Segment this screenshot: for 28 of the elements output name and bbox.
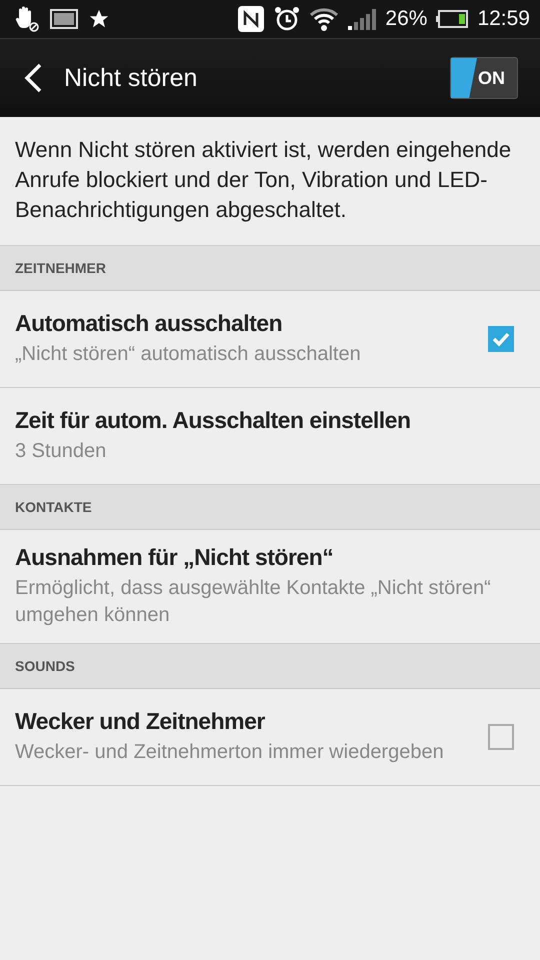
alarm-clock-icon <box>273 5 302 33</box>
back-button[interactable] <box>22 62 44 94</box>
item-summary: 3 Stunden <box>15 439 108 464</box>
checkbox[interactable] <box>488 326 514 352</box>
item-title: Wecker und Zeitnehmer <box>15 708 266 735</box>
signal-icon <box>347 7 378 31</box>
image-icon <box>50 8 78 30</box>
star-icon <box>88 8 110 30</box>
item-title: Ausnahmen für „Nicht stören“ <box>15 544 334 571</box>
item-summary: Ermöglicht, dass ausgewählte Kontakte „Nicht stören“ umgehen können <box>15 576 492 628</box>
section-header: SOUNDS <box>0 644 540 689</box>
item-title: Zeit für autom. Ausschalten einstellen <box>15 407 412 434</box>
settings-item[interactable]: Automatisch ausschalten „Nicht stören“ automatisch ausschalten <box>0 291 540 388</box>
checkbox[interactable] <box>488 724 514 750</box>
clock: 12:59 <box>477 7 530 31</box>
screen-title: Nicht stören <box>64 64 198 92</box>
battery-icon <box>435 9 470 29</box>
nfc-icon <box>237 5 266 33</box>
section-header: KONTAKTE <box>0 485 540 530</box>
settings-item[interactable]: Wecker und Zeitnehmer Wecker- und Zeitnehmerton immer wiedergeben <box>0 689 540 786</box>
item-summary: „Nicht stören“ automatisch ausschalten <box>15 342 362 367</box>
battery-percentage: 26% <box>385 7 428 31</box>
section-header: ZEITNEHMER <box>0 246 540 291</box>
hand-blocked-icon <box>14 6 40 32</box>
item-summary: Wecker- und Zeitnehmerton immer wiedergeben <box>15 740 445 765</box>
toggle-switch[interactable]: ON <box>450 57 518 99</box>
item-title: Automatisch ausschalten <box>15 310 284 337</box>
wifi-icon <box>309 6 340 32</box>
